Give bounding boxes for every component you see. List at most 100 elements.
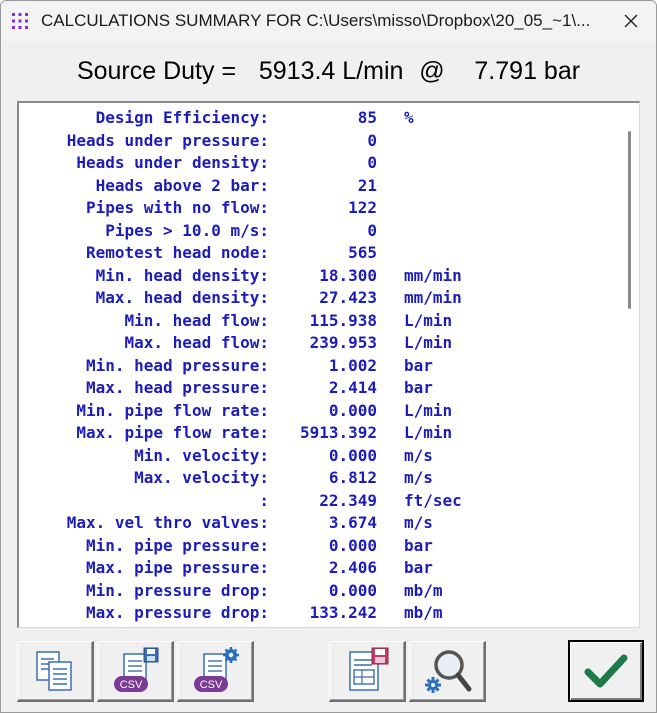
summary-list[interactable]: Design Efficiency: 85% Heads under pressur… [17,101,640,628]
summary-row-value: 18.300 [319,265,377,285]
summary-row-label: Min. head flow: [124,310,270,330]
summary-row-value: 0 [367,130,377,150]
close-button[interactable] [606,1,656,41]
summary-row-unit: mm/min [404,288,462,307]
ok-button[interactable] [568,640,644,702]
summary-row-label: Min. head density: [95,265,269,285]
csv-label: CSV [120,679,143,691]
summary-row: Max. head density: 27.423 mm/min [19,287,619,310]
title-bar[interactable]: CALCULATIONS SUMMARY FOR C:\Users\misso\… [1,1,656,41]
save-csv-icon: CSV [114,647,159,692]
summary-row-value: 6.812 [328,468,377,487]
summary-row: Design Efficiency: 85% [19,107,619,130]
search-settings-icon [425,650,472,693]
summary-row-label: Max. pipe pressure: [85,558,269,577]
summary-row-label: Min. pipe flow rate: [76,400,269,420]
summary-row: Max. pipe pressure: 2.406 bar [19,557,619,580]
summary-row: : 22.349 ft/sec [19,490,619,513]
csv-settings-icon: CSV [194,647,239,692]
app-grid-icon [12,13,28,29]
summary-row-value: 3.674 [328,513,377,532]
summary-row-label: Heads above 2 bar: [95,175,269,195]
summary-row: Max. head pressure: 2.414 bar [19,377,619,400]
summary-row-value: 133.242 [309,603,377,622]
summary-row-label: Min. velocity: [134,445,269,465]
summary-row-label: Max. head pressure: [85,378,269,397]
summary-row: Max. velocity: 6.812 m/s [19,467,619,490]
summary-row-label: Max. vel thro valves: [66,513,269,532]
summary-row: Max. pipe flow rate: 5913.392 L/min [19,422,619,445]
summary-row: Min. pressure drop: 0.000 mb/m [19,580,619,603]
summary-row: Heads under pressure: 0 [19,130,619,153]
summary-row-value: 2.406 [328,558,377,577]
summary-row-value: 0.000 [328,400,377,420]
vertical-scrollbar[interactable] [621,103,639,627]
window-title: CALCULATIONS SUMMARY FOR C:\Users\misso\… [41,11,591,30]
summary-row: Min. pipe flow rate: 0.000 L/min [19,400,619,423]
summary-row-unit: ft/sec [404,490,462,510]
summary-row-unit: L/min [404,400,453,420]
summary-row-value: 0 [367,220,377,240]
copy-button[interactable] [17,641,94,702]
source-duty-header: Source Duty = 5913.4 L/min @ 7.791 bar [1,47,656,95]
csv-settings-button[interactable]: CSV [177,641,254,702]
summary-row-label: Design Efficiency: [95,108,269,127]
summary-row-value: 0 [367,153,377,172]
search-settings-button[interactable] [409,641,486,702]
summary-row-value: 2.414 [328,378,377,397]
summary-row-unit: m/s [404,513,433,532]
summary-row-value: 115.938 [309,310,377,330]
summary-row-unit: L/min [404,333,453,352]
summary-row-value: 1.002 [328,355,377,375]
summary-row: Pipes with no flow: 122 [19,197,619,220]
summary-row-value: 0.000 [328,535,377,555]
checkmark-icon [584,654,628,688]
summary-row-value: 85 [357,108,377,127]
save-csv-button[interactable]: CSV [97,641,174,702]
source-duty-flow: 5913.4 L/min [258,57,404,85]
source-duty-pressure: 7.791 bar [474,57,581,85]
summary-row-label: Max. head density: [95,288,269,307]
summary-row: Min. pipe pressure: 0.000 bar [19,535,619,558]
summary-row-label: Min. pressure drop: [85,580,269,600]
summary-row-unit: % [404,108,414,127]
summary-row-label: Min. pipe pressure: [85,535,269,555]
save-report-button[interactable] [329,641,406,702]
save-report-icon [349,647,389,691]
summary-row-unit: m/s [404,445,433,465]
summary-row-unit: bar [404,535,433,555]
summary-row-label: Heads under density: [76,153,269,172]
summary-row-value: 5913.392 [299,423,377,442]
copy-pages-icon [36,651,72,691]
summary-row: Min. head pressure: 1.002 bar [19,355,619,378]
summary-row: Min. velocity: 0.000 m/s [19,445,619,468]
summary-row-label: Pipes > 10.0 m/s: [105,220,269,240]
summary-rows: Design Efficiency: 85% Heads under pressur… [19,107,619,625]
calculations-summary-window: CALCULATIONS SUMMARY FOR C:\Users\misso\… [0,0,657,713]
summary-row: Min. head flow: 115.938 L/min [19,310,619,333]
bottom-toolbar: CSV CSV [1,637,656,707]
summary-row-label: Pipes with no flow: [85,198,269,217]
summary-row-unit: m/s [404,468,433,487]
summary-row: Heads under density: 0 [19,152,619,175]
summary-row-value: 239.953 [309,333,377,352]
summary-row-unit: L/min [404,423,453,442]
summary-row-value: 27.423 [319,288,377,307]
summary-row-value: 0.000 [328,580,377,600]
csv-label: CSV [200,679,223,691]
summary-row: Min. head density: 18.300 mm/min [19,265,619,288]
summary-row-unit: bar [404,378,433,397]
summary-row-unit: mm/min [404,265,462,285]
summary-row: Max. pressure drop: 133.242 mb/m [19,602,619,625]
source-duty-at: @ [419,57,445,85]
summary-row-label: Heads under pressure: [66,130,269,150]
summary-row-value: 0.000 [328,445,377,465]
summary-row-label: Max. pressure drop: [85,603,269,622]
close-icon [624,14,638,28]
summary-row-label: Min. head pressure: [85,355,269,375]
summary-row: Max. head flow: 239.953 L/min [19,332,619,355]
scrollbar-thumb[interactable] [628,131,631,309]
summary-row-unit: L/min [404,310,453,330]
summary-row-label: Remotest head node: [85,243,269,262]
summary-row-value: 21 [357,175,377,195]
